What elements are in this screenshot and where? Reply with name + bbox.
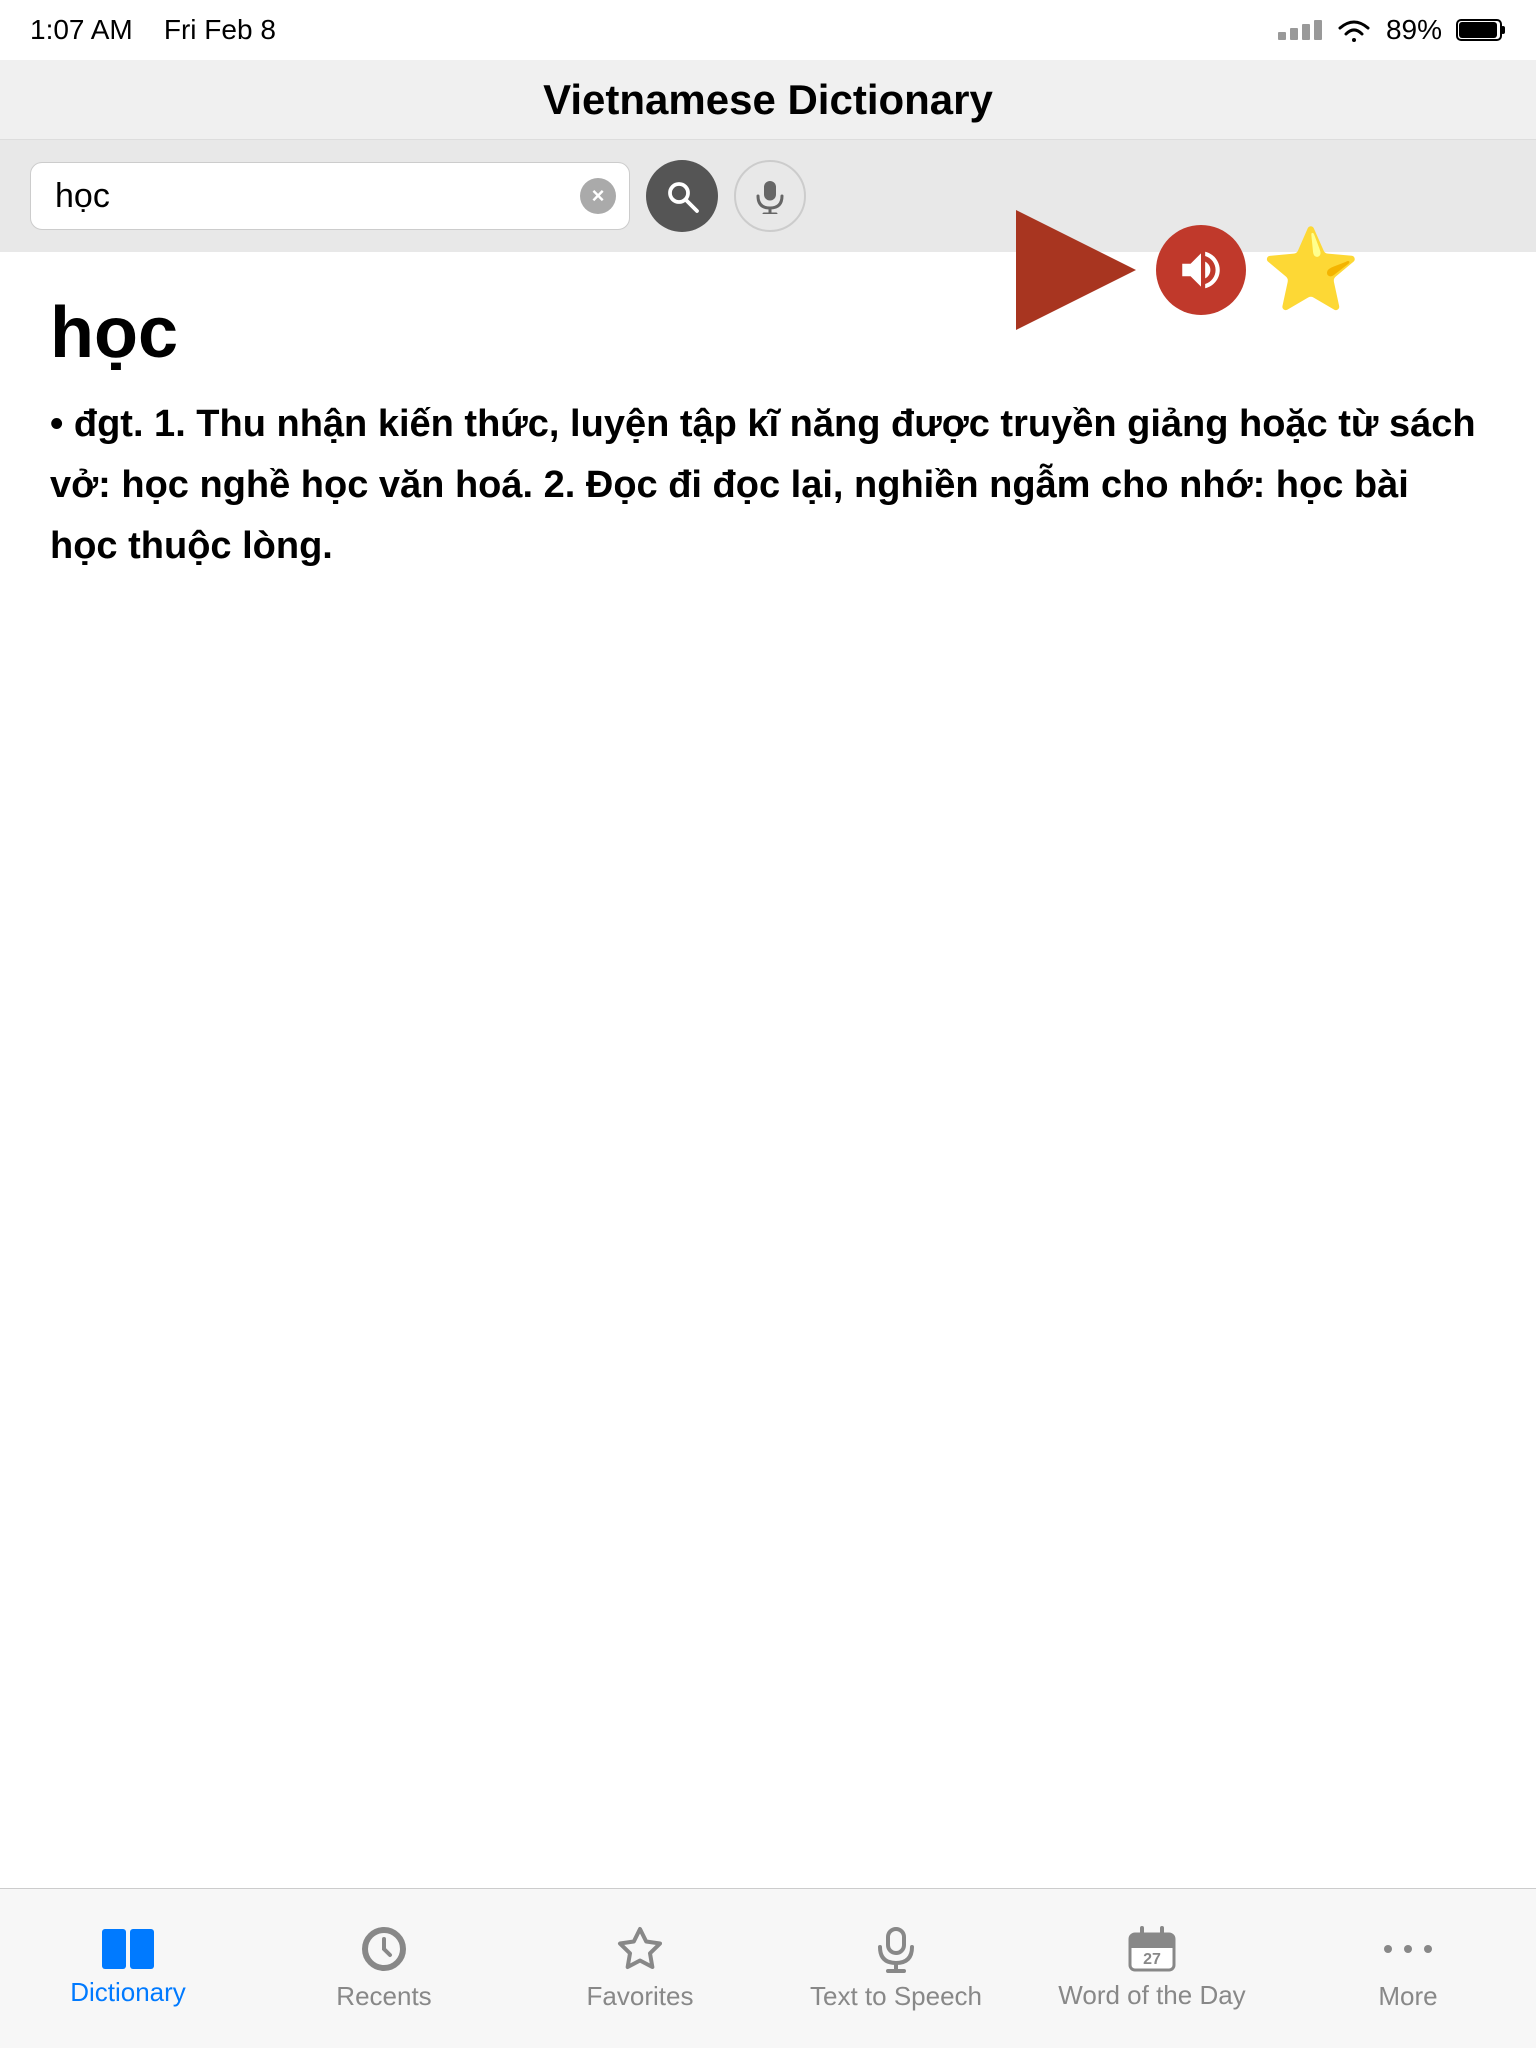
tab-bar: Dictionary Recents Favorites Text to Spe… (0, 1888, 1536, 2048)
status-time-date: 1:07 AM Fri Feb 8 (30, 14, 276, 46)
more-dots-icon (1378, 1925, 1438, 1973)
calendar-container: 27 (1128, 1926, 1176, 1972)
star-icon: ⭐ (1261, 223, 1361, 317)
sound-button[interactable] (1156, 225, 1246, 315)
status-time: 1:07 AM (30, 14, 133, 45)
search-input-wrapper: × (30, 162, 630, 230)
wifi-icon (1336, 16, 1372, 44)
search-input[interactable] (30, 162, 630, 230)
mic-button[interactable] (734, 160, 806, 232)
search-icon (664, 178, 700, 214)
signal-icon (1278, 20, 1322, 40)
search-button[interactable] (646, 160, 718, 232)
arrow-indicator (1016, 210, 1136, 330)
arrow-overlay: ⭐ (1016, 210, 1356, 330)
title-bar: Vietnamese Dictionary (0, 60, 1536, 140)
tab-tts[interactable]: Text to Speech (768, 1909, 1024, 2028)
battery-icon (1456, 17, 1506, 43)
battery-percentage: 89% (1386, 14, 1442, 46)
word-definition: • đgt. 1. Thu nhận kiến thức, luyện tập … (50, 394, 1486, 576)
clear-button[interactable]: × (580, 178, 616, 214)
tab-favorites[interactable]: Favorites (512, 1909, 768, 2028)
tab-tts-label: Text to Speech (810, 1981, 982, 2012)
tab-dictionary[interactable]: Dictionary (0, 1913, 256, 2024)
tts-mic-icon (872, 1925, 920, 1973)
tab-recents[interactable]: Recents (256, 1909, 512, 2028)
tab-recents-label: Recents (336, 1981, 431, 2012)
tab-more[interactable]: More (1280, 1909, 1536, 2028)
page-title: Vietnamese Dictionary (543, 76, 993, 124)
status-date: Fri Feb 8 (164, 14, 276, 45)
favorite-button[interactable]: ⭐ (1266, 225, 1356, 315)
svg-text:27: 27 (1143, 1951, 1161, 1968)
books-icon (102, 1929, 154, 1969)
tab-dictionary-label: Dictionary (70, 1977, 186, 2008)
tab-wotd-label: Word of the Day (1058, 1980, 1245, 2011)
tab-more-label: More (1378, 1981, 1437, 2012)
status-right: 89% (1278, 14, 1506, 46)
tab-wotd[interactable]: 27 Word of the Day (1024, 1910, 1280, 2027)
star-outline-icon (616, 1925, 664, 1973)
clock-icon (360, 1925, 408, 1973)
tab-favorites-label: Favorites (587, 1981, 694, 2012)
status-bar: 1:07 AM Fri Feb 8 89% (0, 0, 1536, 60)
speaker-icon (1176, 245, 1226, 295)
calendar-icon: 27 (1128, 1926, 1176, 1972)
clear-icon: × (592, 183, 605, 209)
microphone-icon (752, 178, 788, 214)
